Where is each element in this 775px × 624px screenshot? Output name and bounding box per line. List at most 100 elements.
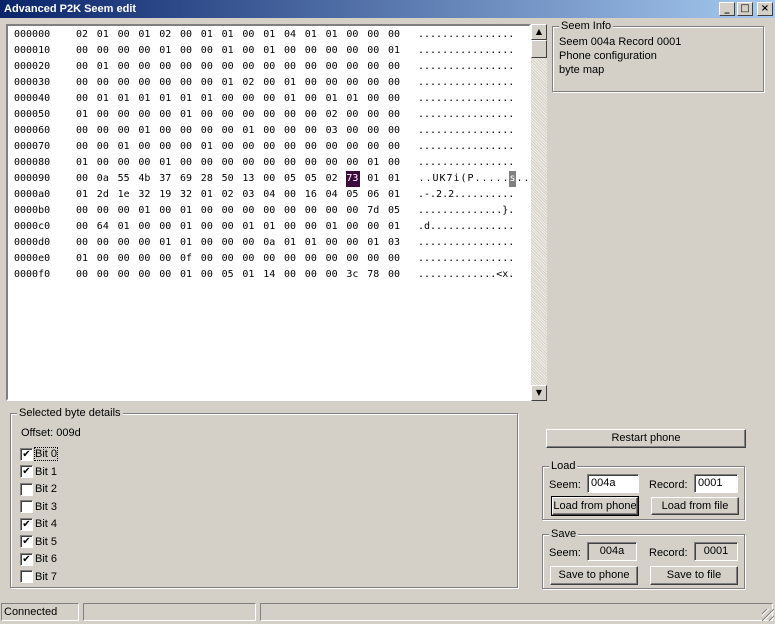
hex-byte[interactable]: 03: [388, 235, 402, 251]
hex-byte[interactable]: 01: [118, 219, 132, 235]
hex-byte[interactable]: 00: [97, 267, 111, 283]
hex-byte[interactable]: 00: [284, 107, 298, 123]
hex-byte[interactable]: 00: [263, 123, 277, 139]
hex-byte[interactable]: 4b: [138, 171, 152, 187]
hex-byte[interactable]: 00: [284, 203, 298, 219]
hex-byte[interactable]: 00: [367, 75, 381, 91]
hex-byte[interactable]: 00: [284, 251, 298, 267]
hex-byte[interactable]: 00: [367, 27, 381, 43]
hex-byte[interactable]: 13: [242, 171, 256, 187]
hex-byte[interactable]: 01: [242, 267, 256, 283]
bit-0-checkbox-row[interactable]: ✔ Bit 0: [20, 447, 59, 461]
hex-byte[interactable]: 01: [180, 235, 194, 251]
bit-3-checkbox[interactable]: [20, 500, 33, 513]
hex-byte[interactable]: 00: [242, 235, 256, 251]
hex-byte[interactable]: 00: [76, 139, 90, 155]
hex-byte[interactable]: 00: [305, 43, 319, 59]
hex-byte[interactable]: 00: [76, 59, 90, 75]
hex-byte[interactable]: 00: [180, 123, 194, 139]
hex-byte[interactable]: 00: [305, 107, 319, 123]
hex-byte[interactable]: 00: [222, 123, 236, 139]
bit-5-checkbox-row[interactable]: ✔ Bit 5: [20, 535, 57, 549]
hex-byte[interactable]: 01: [367, 171, 381, 187]
hex-byte[interactable]: 00: [138, 43, 152, 59]
hex-byte[interactable]: 00: [284, 219, 298, 235]
hex-byte[interactable]: 00: [388, 123, 402, 139]
hex-byte[interactable]: 00: [76, 123, 90, 139]
hex-byte[interactable]: 00: [76, 267, 90, 283]
hex-byte[interactable]: 00: [346, 203, 360, 219]
hex-byte[interactable]: 01: [180, 267, 194, 283]
save-to-phone-button[interactable]: Save to phone: [550, 566, 638, 585]
hex-byte[interactable]: 00: [138, 139, 152, 155]
hex-byte[interactable]: 00: [263, 139, 277, 155]
hex-byte[interactable]: 01: [76, 155, 90, 171]
hex-byte[interactable]: 01: [159, 91, 173, 107]
hex-byte[interactable]: 01: [97, 59, 111, 75]
hex-byte[interactable]: 00: [326, 43, 340, 59]
hex-byte[interactable]: 01: [284, 235, 298, 251]
hex-byte[interactable]: 00: [97, 139, 111, 155]
hex-byte[interactable]: 00: [284, 123, 298, 139]
hex-byte[interactable]: 01: [305, 27, 319, 43]
hex-byte[interactable]: 00: [305, 91, 319, 107]
hex-byte[interactable]: 00: [97, 203, 111, 219]
hex-byte[interactable]: 05: [305, 171, 319, 187]
hex-byte[interactable]: 00: [76, 75, 90, 91]
hex-byte[interactable]: 05: [284, 171, 298, 187]
hex-byte[interactable]: 00: [263, 91, 277, 107]
hex-byte[interactable]: 00: [284, 187, 298, 203]
hex-byte[interactable]: 01: [97, 27, 111, 43]
hex-byte[interactable]: 02: [326, 107, 340, 123]
hex-byte[interactable]: 03: [326, 123, 340, 139]
hex-byte[interactable]: 00: [346, 123, 360, 139]
hex-byte[interactable]: 00: [242, 59, 256, 75]
hex-byte[interactable]: 00: [118, 75, 132, 91]
hex-byte[interactable]: 01: [97, 91, 111, 107]
hex-byte[interactable]: 00: [97, 107, 111, 123]
hex-byte[interactable]: 78: [367, 267, 381, 283]
hex-byte[interactable]: 00: [222, 251, 236, 267]
maximize-button[interactable]: □: [737, 2, 753, 16]
hex-byte[interactable]: 01: [201, 139, 215, 155]
hex-byte[interactable]: 00: [263, 155, 277, 171]
hex-byte[interactable]: 00: [326, 235, 340, 251]
hex-byte[interactable]: 01: [388, 43, 402, 59]
hex-byte[interactable]: 06: [367, 187, 381, 203]
hex-byte[interactable]: 00: [180, 43, 194, 59]
hex-byte[interactable]: 02: [242, 75, 256, 91]
hex-byte[interactable]: 01: [76, 187, 90, 203]
hex-byte[interactable]: 00: [305, 155, 319, 171]
hex-byte[interactable]: 01: [76, 107, 90, 123]
hex-byte[interactable]: 19: [159, 187, 173, 203]
hex-byte[interactable]: 00: [180, 27, 194, 43]
hex-byte[interactable]: 00: [201, 251, 215, 267]
hex-byte[interactable]: 00: [76, 219, 90, 235]
hex-byte[interactable]: 01: [263, 219, 277, 235]
hex-byte[interactable]: 00: [284, 139, 298, 155]
hex-byte[interactable]: 00: [326, 203, 340, 219]
hex-byte[interactable]: 00: [180, 155, 194, 171]
hex-byte[interactable]: 01: [201, 27, 215, 43]
hex-byte[interactable]: 00: [242, 27, 256, 43]
scroll-down-button[interactable]: ▼: [531, 385, 547, 401]
hex-byte[interactable]: 00: [346, 219, 360, 235]
hex-byte[interactable]: 00: [263, 203, 277, 219]
hex-byte[interactable]: 01: [180, 91, 194, 107]
bit-6-checkbox-row[interactable]: ✔ Bit 6: [20, 552, 57, 566]
hex-byte[interactable]: 00: [305, 219, 319, 235]
hex-byte[interactable]: 00: [242, 139, 256, 155]
hex-byte[interactable]: 00: [242, 107, 256, 123]
hex-byte[interactable]: 04: [326, 187, 340, 203]
hex-byte[interactable]: 00: [222, 91, 236, 107]
hex-byte[interactable]: 00: [159, 107, 173, 123]
hex-byte[interactable]: 00: [201, 123, 215, 139]
hex-byte[interactable]: 00: [305, 251, 319, 267]
hex-byte[interactable]: 32: [138, 187, 152, 203]
hex-byte[interactable]: 05: [222, 267, 236, 283]
hex-byte[interactable]: 00: [138, 155, 152, 171]
hex-byte[interactable]: 00: [388, 107, 402, 123]
hex-byte[interactable]: 00: [284, 155, 298, 171]
hex-byte[interactable]: 00: [159, 139, 173, 155]
hex-byte[interactable]: 00: [346, 139, 360, 155]
